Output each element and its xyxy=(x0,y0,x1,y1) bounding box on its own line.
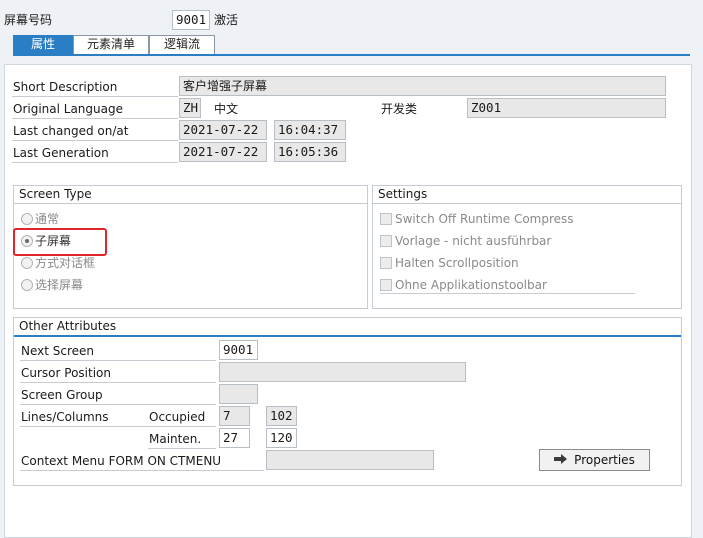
radio-normal-label: 通常 xyxy=(35,212,60,226)
radio-icon xyxy=(21,257,33,269)
screen-type-title: Screen Type xyxy=(19,187,92,201)
tab-strip: 属性 元素清单 逻辑流 xyxy=(13,35,215,54)
row-separator xyxy=(12,96,178,97)
last-generation-date[interactable]: 2021-07-22 xyxy=(179,142,267,162)
short-description-field[interactable]: 客户增强子屏幕 xyxy=(179,76,666,96)
row-separator xyxy=(20,426,216,427)
lines-columns-label: Lines/Columns xyxy=(21,410,109,424)
checkbox-icon xyxy=(380,235,392,247)
radio-modal-dialog[interactable]: 方式对话框 xyxy=(21,255,95,271)
radio-normal[interactable]: 通常 xyxy=(21,211,59,227)
last-changed-date[interactable]: 2021-07-22 xyxy=(179,120,267,140)
checkbox-label: Ohne Applikationstoolbar xyxy=(395,278,547,292)
row-separator xyxy=(20,470,264,471)
context-menu-label: Context Menu FORM ON CTMENU xyxy=(21,454,222,468)
row-separator xyxy=(20,382,216,383)
group-rule-accent xyxy=(14,335,681,337)
original-language-code[interactable]: ZH xyxy=(179,98,201,118)
development-class-label: 开发类 xyxy=(381,102,418,116)
checkbox-halten-scrollposition[interactable]: Halten Scrollposition xyxy=(380,255,519,271)
radio-selection-screen[interactable]: 选择屏幕 xyxy=(21,277,83,293)
tab-attributes[interactable]: 属性 xyxy=(13,35,73,54)
occupied-lines-field[interactable]: 7 xyxy=(219,406,250,426)
checkbox-label: Switch Off Runtime Compress xyxy=(395,212,574,226)
cursor-position-field[interactable] xyxy=(219,362,466,382)
tab-underline xyxy=(13,54,690,56)
tab-flow-logic[interactable]: 逻辑流 xyxy=(149,35,215,54)
screen-group-field[interactable] xyxy=(219,384,258,404)
last-generation-label: Last Generation xyxy=(13,146,109,160)
checkbox-switch-off-runtime-compress[interactable]: Switch Off Runtime Compress xyxy=(380,211,574,227)
mainten-columns-field[interactable]: 120 xyxy=(266,428,297,448)
checkbox-label: Halten Scrollposition xyxy=(395,256,519,270)
row-separator xyxy=(12,118,178,119)
development-class-field[interactable]: Z001 xyxy=(467,98,666,118)
checkbox-icon xyxy=(380,213,392,225)
row-separator xyxy=(12,140,178,141)
row-separator xyxy=(20,360,216,361)
arrow-right-icon xyxy=(554,453,568,467)
screen-number-field[interactable]: 9001 xyxy=(172,10,210,30)
row-separator xyxy=(148,448,216,449)
radio-icon xyxy=(21,213,33,225)
occupied-label: Occupied xyxy=(149,410,206,424)
next-screen-field[interactable]: 9001 xyxy=(219,340,258,360)
checkbox-label: Vorlage - nicht ausführbar xyxy=(395,234,552,248)
last-changed-time[interactable]: 16:04:37 xyxy=(274,120,346,140)
mainten-label: Mainten. xyxy=(149,432,202,446)
checkbox-icon xyxy=(380,257,392,269)
screen-status: 激活 xyxy=(214,13,239,27)
original-language-label: Original Language xyxy=(13,102,123,116)
screen-number-label: 屏幕号码 xyxy=(4,13,53,27)
group-rule xyxy=(14,203,367,204)
last-changed-label: Last changed on/at xyxy=(13,124,129,138)
tab-element-list[interactable]: 元素清单 xyxy=(73,35,149,54)
original-language-name: 中文 xyxy=(214,102,239,116)
radio-modal-dialog-label: 方式对话框 xyxy=(35,256,96,270)
other-attributes-title: Other Attributes xyxy=(19,319,117,333)
last-generation-time[interactable]: 16:05:36 xyxy=(274,142,346,162)
cursor-position-label: Cursor Position xyxy=(21,366,111,380)
row-separator xyxy=(12,162,178,163)
highlight-annotation xyxy=(13,228,107,256)
context-menu-field[interactable] xyxy=(266,450,434,470)
group-rule xyxy=(373,203,681,204)
mainten-lines-field[interactable]: 27 xyxy=(219,428,250,448)
checkbox-ohne-applikationstoolbar[interactable]: Ohne Applikationstoolbar xyxy=(380,277,547,293)
properties-button[interactable]: Properties xyxy=(539,449,650,471)
settings-separator xyxy=(380,293,635,294)
settings-title: Settings xyxy=(378,187,428,201)
checkbox-icon xyxy=(380,279,392,291)
row-separator xyxy=(20,404,216,405)
checkbox-vorlage[interactable]: Vorlage - nicht ausführbar xyxy=(380,233,551,249)
radio-selection-screen-label: 选择屏幕 xyxy=(35,278,84,292)
next-screen-label: Next Screen xyxy=(21,344,95,358)
occupied-columns-field[interactable]: 102 xyxy=(266,406,297,426)
radio-icon xyxy=(21,279,33,291)
properties-button-label: Properties xyxy=(574,453,635,467)
short-description-label: Short Description xyxy=(13,80,118,94)
screen-group-label: Screen Group xyxy=(21,388,103,402)
